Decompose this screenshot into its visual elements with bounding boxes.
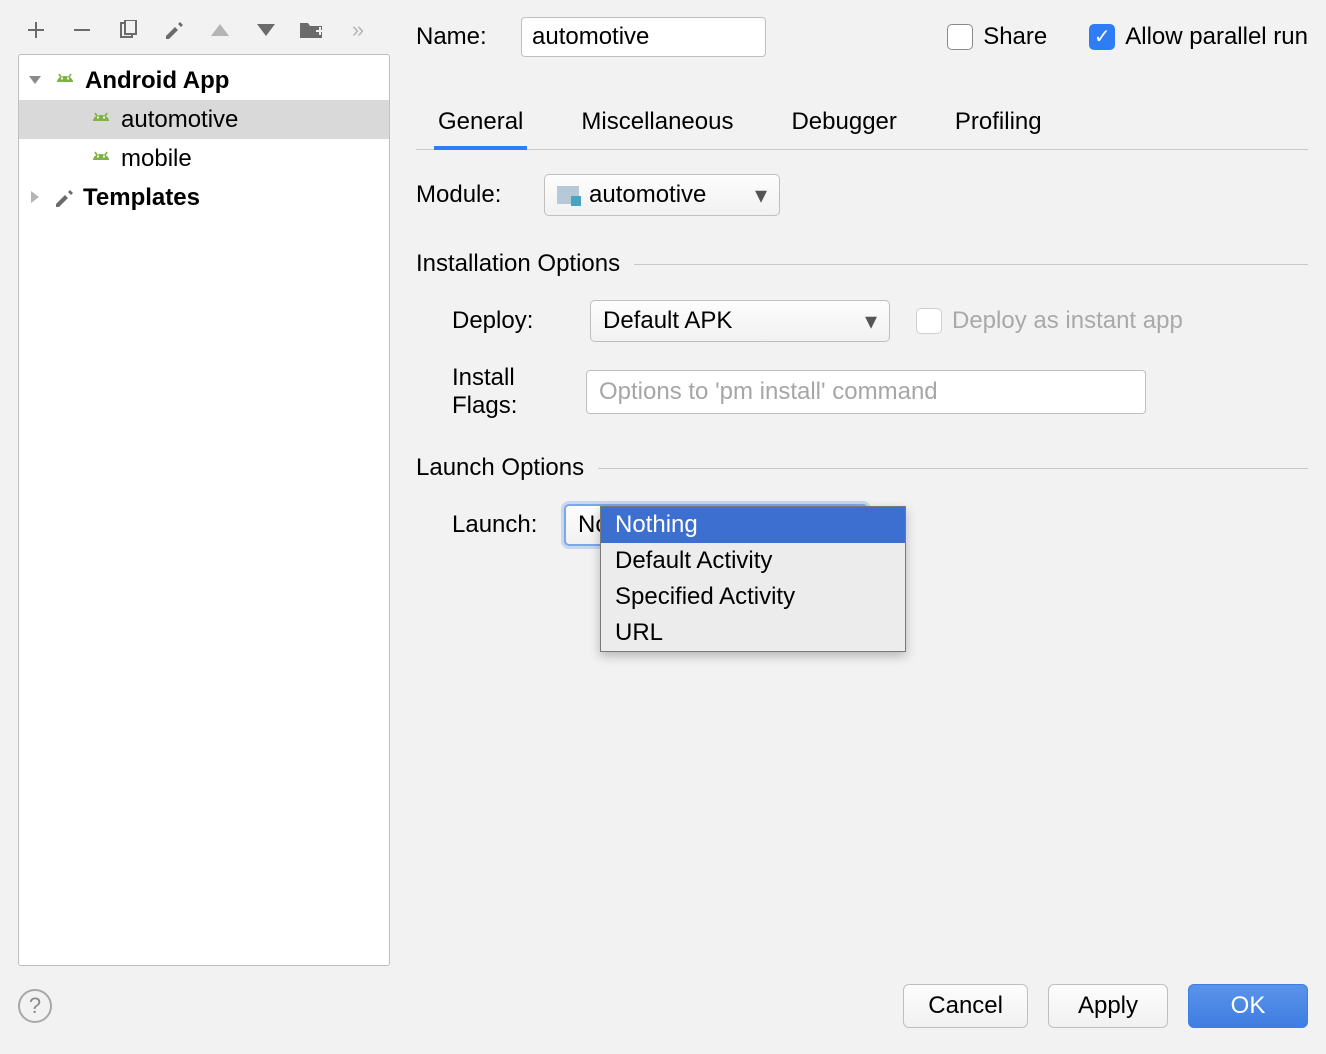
launch-label: Launch: xyxy=(416,511,564,539)
chevron-down-icon: ▾ xyxy=(755,181,767,210)
install-flags-input[interactable] xyxy=(586,370,1146,414)
tree-node-templates[interactable]: Templates xyxy=(19,178,389,217)
module-folder-icon xyxy=(557,186,579,204)
checkbox-checked-icon xyxy=(1089,24,1115,50)
apply-button[interactable]: Apply xyxy=(1048,984,1168,1028)
launch-option-specified-activity[interactable]: Specified Activity xyxy=(601,579,905,615)
edit-defaults-button[interactable] xyxy=(160,16,188,44)
ok-button[interactable]: OK xyxy=(1188,984,1308,1028)
tree-label: Android App xyxy=(85,67,229,95)
toolbar-overflow-button[interactable]: » xyxy=(344,16,372,44)
copy-config-button[interactable] xyxy=(114,16,142,44)
divider xyxy=(634,264,1308,265)
tab-miscellaneous[interactable]: Miscellaneous xyxy=(577,100,737,149)
tree-label: automotive xyxy=(121,106,238,134)
add-config-button[interactable] xyxy=(22,16,50,44)
checkbox-icon xyxy=(947,24,973,50)
deploy-label: Deploy: xyxy=(416,307,564,335)
module-combobox[interactable]: automotive ▾ xyxy=(544,174,780,216)
divider xyxy=(598,468,1308,469)
launch-options-header: Launch Options xyxy=(416,454,584,482)
tab-bar: General Miscellaneous Debugger Profiling xyxy=(416,100,1308,150)
launch-dropdown-list: Nothing Default Activity Specified Activ… xyxy=(600,506,906,652)
android-icon xyxy=(53,72,77,90)
installation-options-header: Installation Options xyxy=(416,250,620,278)
tree-node-automotive[interactable]: automotive xyxy=(19,100,389,139)
tab-general[interactable]: General xyxy=(434,100,527,150)
android-icon xyxy=(89,111,113,129)
tree-label: mobile xyxy=(121,145,192,173)
share-checkbox[interactable]: Share xyxy=(947,23,1047,51)
android-icon xyxy=(89,150,113,168)
wrench-icon xyxy=(53,187,75,209)
tree-label: Templates xyxy=(83,184,200,212)
chevron-down-icon: ▾ xyxy=(865,307,877,336)
launch-option-url[interactable]: URL xyxy=(601,615,905,651)
module-value: automotive xyxy=(589,181,706,209)
deploy-value: Default APK xyxy=(603,307,732,335)
deploy-combobox[interactable]: Default APK ▾ xyxy=(590,300,890,342)
share-label: Share xyxy=(983,23,1047,51)
chevron-down-icon xyxy=(27,72,45,90)
move-down-button[interactable] xyxy=(252,16,280,44)
deploy-instant-label: Deploy as instant app xyxy=(952,307,1183,335)
folder-add-button[interactable] xyxy=(298,16,326,44)
cancel-button[interactable]: Cancel xyxy=(903,984,1028,1028)
module-label: Module: xyxy=(416,181,544,209)
deploy-instant-checkbox: Deploy as instant app xyxy=(916,307,1183,335)
allow-parallel-label: Allow parallel run xyxy=(1125,23,1308,51)
move-up-button[interactable] xyxy=(206,16,234,44)
tab-debugger[interactable]: Debugger xyxy=(787,100,900,149)
tab-profiling[interactable]: Profiling xyxy=(951,100,1046,149)
config-toolbar: » xyxy=(18,10,390,54)
launch-option-nothing[interactable]: Nothing xyxy=(601,507,905,543)
name-label: Name: xyxy=(416,23,501,51)
launch-option-default-activity[interactable]: Default Activity xyxy=(601,543,905,579)
help-button[interactable]: ? xyxy=(18,989,52,1023)
chevron-right-icon xyxy=(27,189,45,207)
checkbox-icon xyxy=(916,308,942,334)
remove-config-button[interactable] xyxy=(68,16,96,44)
tree-node-android-app[interactable]: Android App xyxy=(19,61,389,100)
allow-parallel-checkbox[interactable]: Allow parallel run xyxy=(1089,23,1308,51)
tree-node-mobile[interactable]: mobile xyxy=(19,139,389,178)
install-flags-label: Install Flags: xyxy=(416,364,586,420)
name-input[interactable] xyxy=(521,17,766,57)
config-tree: Android App automotive mobile xyxy=(18,54,390,966)
